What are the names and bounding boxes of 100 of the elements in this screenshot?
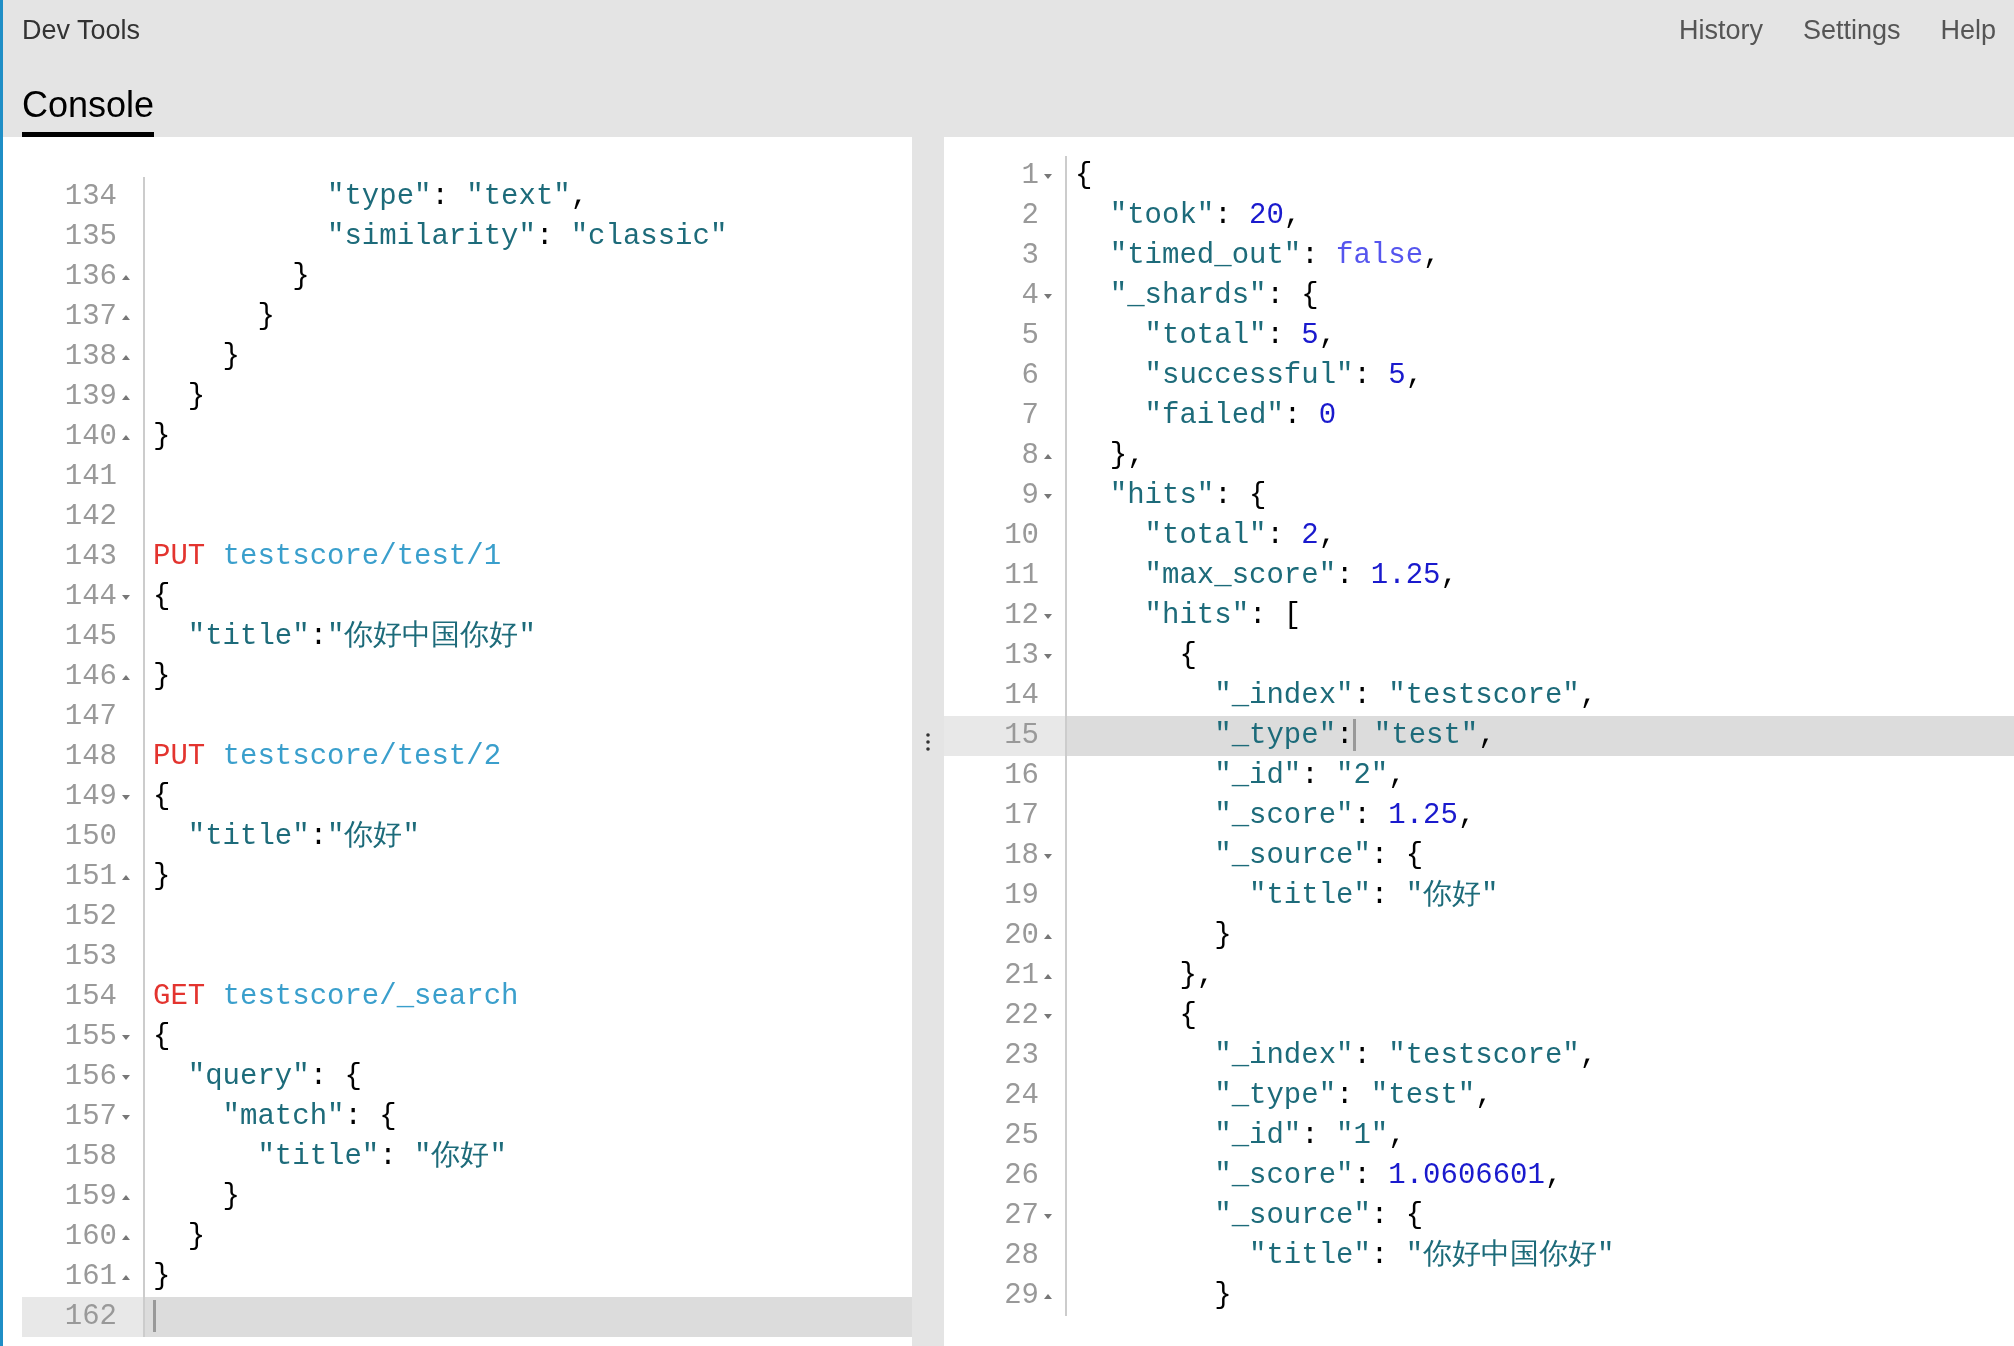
line-number: 159 — [64, 1179, 117, 1215]
code-line: PUT testscore/test/2 — [152, 739, 503, 775]
code-line: { — [152, 1019, 172, 1055]
code-line: "timed_out": false, — [1108, 238, 1442, 274]
code-line: "title":"你好" — [186, 819, 421, 855]
code-line: } — [291, 259, 311, 295]
line-number: 28 — [1004, 1238, 1039, 1274]
line-number: 1 — [1021, 158, 1039, 194]
line-number: 5 — [1021, 318, 1039, 354]
code-line: "_source": { — [1213, 1198, 1425, 1234]
caret-down-icon[interactable] — [1043, 171, 1053, 181]
line-number: 6 — [1021, 358, 1039, 394]
line-number: 11 — [1004, 558, 1039, 594]
line-number: 22 — [1004, 998, 1039, 1034]
code-line: }, — [1178, 958, 1216, 994]
code-line: }, — [1108, 438, 1146, 474]
code-line: "type": "text", — [326, 179, 590, 215]
code-line: "total": 2, — [1143, 518, 1338, 554]
code-line: "_index": "testscore", — [1213, 678, 1599, 714]
code-line: } — [152, 1259, 172, 1295]
line-number: 15 — [1004, 718, 1039, 754]
nav-link[interactable]: History — [1678, 14, 1763, 46]
nav-link[interactable]: Settings — [1802, 14, 1901, 46]
code-line: "title": "你好" — [1248, 878, 1500, 914]
line-number: 160 — [64, 1219, 117, 1255]
caret-down-icon[interactable] — [1043, 851, 1053, 861]
line-number: 25 — [1004, 1118, 1039, 1154]
code-line: "query": { — [186, 1059, 363, 1095]
caret-down-icon[interactable] — [121, 592, 131, 602]
line-number: 16 — [1004, 758, 1039, 794]
caret-down-icon[interactable] — [121, 1072, 131, 1082]
code-line: "total": 5, — [1143, 318, 1338, 354]
line-number: 142 — [64, 499, 117, 535]
code-line: "failed": 0 — [1143, 398, 1338, 434]
code-line: "title": "你好" — [256, 1139, 508, 1175]
code-line: } — [152, 419, 172, 455]
line-number: 23 — [1004, 1038, 1039, 1074]
line-number: 152 — [64, 899, 117, 935]
code-line: "_id": "1", — [1213, 1118, 1407, 1154]
code-line: } — [221, 1179, 241, 1215]
line-number: 29 — [1004, 1278, 1039, 1314]
line-number: 9 — [1021, 478, 1039, 514]
line-number: 135 — [64, 219, 117, 255]
code-line: "_score": 1.0606601, — [1213, 1158, 1564, 1194]
line-number: 158 — [64, 1139, 117, 1175]
line-number: 145 — [64, 619, 117, 655]
code-line: "_score": 1.25, — [1213, 798, 1477, 834]
text-cursor — [153, 1300, 156, 1333]
app-title: Dev Tools — [22, 14, 141, 46]
line-number: 153 — [64, 939, 117, 975]
line-number: 147 — [64, 699, 117, 735]
caret-down-icon[interactable] — [121, 1032, 131, 1042]
resize-handle-icon[interactable] — [926, 731, 930, 752]
code-line: } — [186, 379, 207, 415]
code-text: "_type": — [1213, 719, 1354, 752]
code-line: } — [152, 659, 172, 695]
line-number: 156 — [64, 1059, 117, 1095]
code-line: } — [1213, 918, 1233, 954]
caret-down-icon[interactable] — [1043, 291, 1053, 301]
caret-down-icon[interactable] — [1043, 1011, 1053, 1021]
code-line: "_source": { — [1213, 838, 1425, 874]
caret-down-icon[interactable] — [1043, 491, 1053, 501]
line-number: 21 — [1004, 958, 1039, 994]
code-line: "_index": "testscore", — [1213, 1038, 1599, 1074]
line-number: 157 — [64, 1099, 117, 1135]
code-line: "hits": [ — [1143, 598, 1303, 634]
line-number: 3 — [1021, 238, 1039, 274]
line-number: 136 — [64, 259, 117, 295]
line-number: 20 — [1004, 918, 1039, 954]
line-number: 154 — [64, 979, 117, 1015]
code-line: { — [1178, 998, 1198, 1034]
line-number: 161 — [64, 1259, 117, 1295]
line-number: 155 — [64, 1019, 117, 1055]
code-line: } — [1213, 1278, 1233, 1314]
line-number: 10 — [1004, 518, 1039, 554]
line-number: 137 — [64, 299, 117, 335]
caret-down-icon[interactable] — [1043, 611, 1053, 621]
code-line: "similarity": "classic" — [326, 219, 729, 255]
code-line: } — [152, 859, 172, 895]
caret-down-icon[interactable] — [1043, 651, 1053, 661]
code-line: "title":"你好中国你好" — [186, 619, 537, 655]
code-line: "took": 20, — [1108, 198, 1303, 234]
line-number: 150 — [64, 819, 117, 855]
caret-down-icon[interactable] — [1043, 1211, 1053, 1221]
line-number: 18 — [1004, 838, 1039, 874]
line-number: 143 — [64, 539, 117, 575]
line-number: 148 — [64, 739, 117, 775]
code-line: GET testscore/_search — [152, 979, 520, 1015]
caret-down-icon[interactable] — [121, 792, 131, 802]
caret-down-icon[interactable] — [121, 1112, 131, 1122]
line-number: 151 — [64, 859, 117, 895]
code-line: "hits": { — [1108, 478, 1268, 514]
code-line: { — [152, 779, 172, 815]
line-number: 8 — [1021, 438, 1039, 474]
line-number: 7 — [1021, 398, 1039, 434]
nav-link[interactable]: Help — [1940, 14, 1996, 46]
code-line: "successful": 5, — [1143, 358, 1425, 394]
code-line: "_shards": { — [1108, 278, 1320, 314]
line-number: 2 — [1021, 198, 1039, 234]
line-number: 26 — [1004, 1158, 1039, 1194]
